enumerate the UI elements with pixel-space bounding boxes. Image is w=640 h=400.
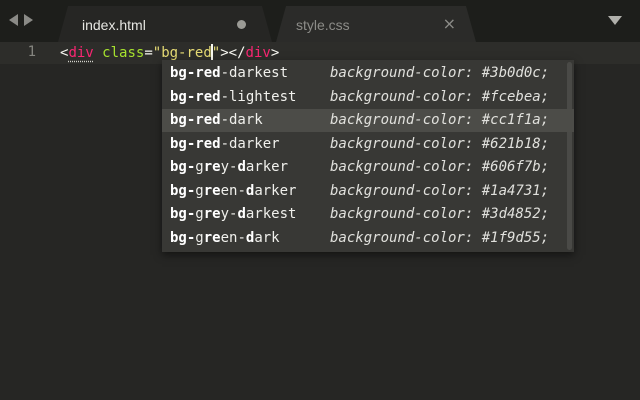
autocomplete-item[interactable]: bg-grey-darkest background-color: #3d4852…: [162, 203, 574, 226]
tab-label: index.html: [82, 17, 146, 33]
tab-nav-arrows: [9, 14, 33, 26]
name-text: y-: [220, 206, 238, 222]
autocomplete-item[interactable]: bg-green-darker background-color: #1a4731…: [162, 180, 574, 203]
code-quote-open: ": [152, 45, 162, 61]
autocomplete-popup[interactable]: bg-red-darkest background-color: #3b0d0c;…: [162, 60, 574, 252]
name-text: g: [195, 182, 204, 199]
match-highlight: bg-: [170, 229, 196, 246]
match-highlight: bg-red: [170, 65, 221, 81]
name-text: -darkest: [220, 65, 289, 81]
name-text: en-: [220, 182, 246, 199]
autocomplete-item[interactable]: bg-grey-darker background-color: #606f7b;: [162, 156, 574, 179]
autocomplete-item-detail: background-color: #1a4731;: [330, 182, 550, 199]
autocomplete-item-detail: background-color: #606f7b;: [330, 159, 550, 175]
autocomplete-item-name: bg-red-dark: [170, 112, 263, 128]
match-highlight: d: [237, 159, 246, 175]
code-close-bracket: >: [220, 45, 229, 61]
name-text: -dark: [220, 112, 263, 128]
autocomplete-item[interactable]: bg-red-darkest background-color: #3b0d0c;: [162, 62, 574, 85]
name-text: g: [195, 159, 204, 175]
editor-area[interactable]: 1 <div class="bg-red"></div> bg-red-dark…: [0, 42, 640, 400]
tab-bar: index.html style.css ×: [0, 0, 640, 42]
code-end-tag-close: >: [270, 45, 280, 61]
match-highlight: re: [203, 206, 221, 222]
name-text: y-: [220, 159, 238, 175]
code-line[interactable]: <div class="bg-red"></div>: [60, 44, 279, 61]
match-highlight: d: [237, 206, 246, 222]
autocomplete-item-name: bg-grey-darkest: [170, 206, 296, 222]
autocomplete-item-name: bg-green-dark: [170, 230, 280, 246]
autocomplete-item-name: bg-red-darkest: [170, 65, 288, 81]
autocomplete-item-name: bg-grey-darker: [170, 159, 288, 175]
match-highlight: re: [203, 182, 221, 199]
match-highlight: bg-: [170, 159, 196, 175]
autocomplete-item[interactable]: bg-green-dark background-color: #1f9d55;: [162, 227, 574, 250]
code-quote-close: ": [211, 45, 221, 61]
name-text: -lightest: [220, 88, 297, 105]
code-equals: =: [144, 45, 153, 61]
match-highlight: bg-red: [170, 88, 221, 105]
autocomplete-item[interactable]: bg-red-lightest background-color: #fcebea…: [162, 86, 574, 109]
name-text: en-: [220, 229, 246, 246]
code-end-tag-open: </: [228, 45, 246, 61]
match-highlight: re: [203, 159, 221, 175]
code-end-tag: div: [245, 45, 271, 61]
chevron-right-icon[interactable]: [24, 14, 33, 26]
match-highlight: bg-: [170, 206, 196, 222]
code-attr: class: [102, 45, 145, 61]
autocomplete-item-detail: background-color: #fcebea;: [330, 88, 550, 105]
autocomplete-item-detail: background-color: #1f9d55;: [330, 229, 550, 246]
name-text: arker: [254, 182, 297, 199]
tab-label: style.css: [296, 17, 350, 33]
code-attr-value: bg-red: [161, 45, 212, 61]
autocomplete-item-detail: background-color: #cc1f1a;: [330, 112, 550, 128]
line-number: 1: [27, 44, 36, 60]
tab-index-html[interactable]: index.html: [58, 6, 272, 42]
autocomplete-item-detail: background-color: #621b18;: [330, 135, 550, 152]
match-highlight: re: [203, 229, 221, 246]
autocomplete-item-detail: background-color: #3d4852;: [330, 206, 550, 222]
dirty-dot-icon[interactable]: [237, 20, 246, 29]
name-text: ark: [254, 229, 280, 246]
autocomplete-item-name: bg-red-lightest: [170, 89, 296, 105]
name-text: g: [195, 206, 204, 222]
code-tag: div: [68, 45, 94, 61]
name-text: arkest: [245, 206, 297, 222]
match-highlight: bg-red: [170, 112, 221, 128]
match-highlight: bg-: [170, 182, 196, 199]
autocomplete-item-name: bg-red-darker: [170, 136, 280, 152]
autocomplete-item-name: bg-green-darker: [170, 183, 296, 199]
close-icon[interactable]: ×: [443, 14, 456, 33]
triangle-down-icon[interactable]: [608, 16, 622, 25]
autocomplete-item[interactable]: bg-red-darker background-color: #621b18;: [162, 133, 574, 156]
tab-style-css[interactable]: style.css ×: [276, 6, 476, 42]
autocomplete-item-detail: background-color: #3b0d0c;: [330, 65, 550, 81]
autocomplete-item[interactable]: bg-red-dark background-color: #cc1f1a;: [162, 109, 574, 132]
chevron-left-icon[interactable]: [9, 14, 18, 26]
match-highlight: bg-red: [170, 135, 221, 152]
name-text: -darker: [220, 135, 280, 152]
name-text: g: [195, 229, 204, 246]
name-text: arker: [245, 159, 289, 175]
